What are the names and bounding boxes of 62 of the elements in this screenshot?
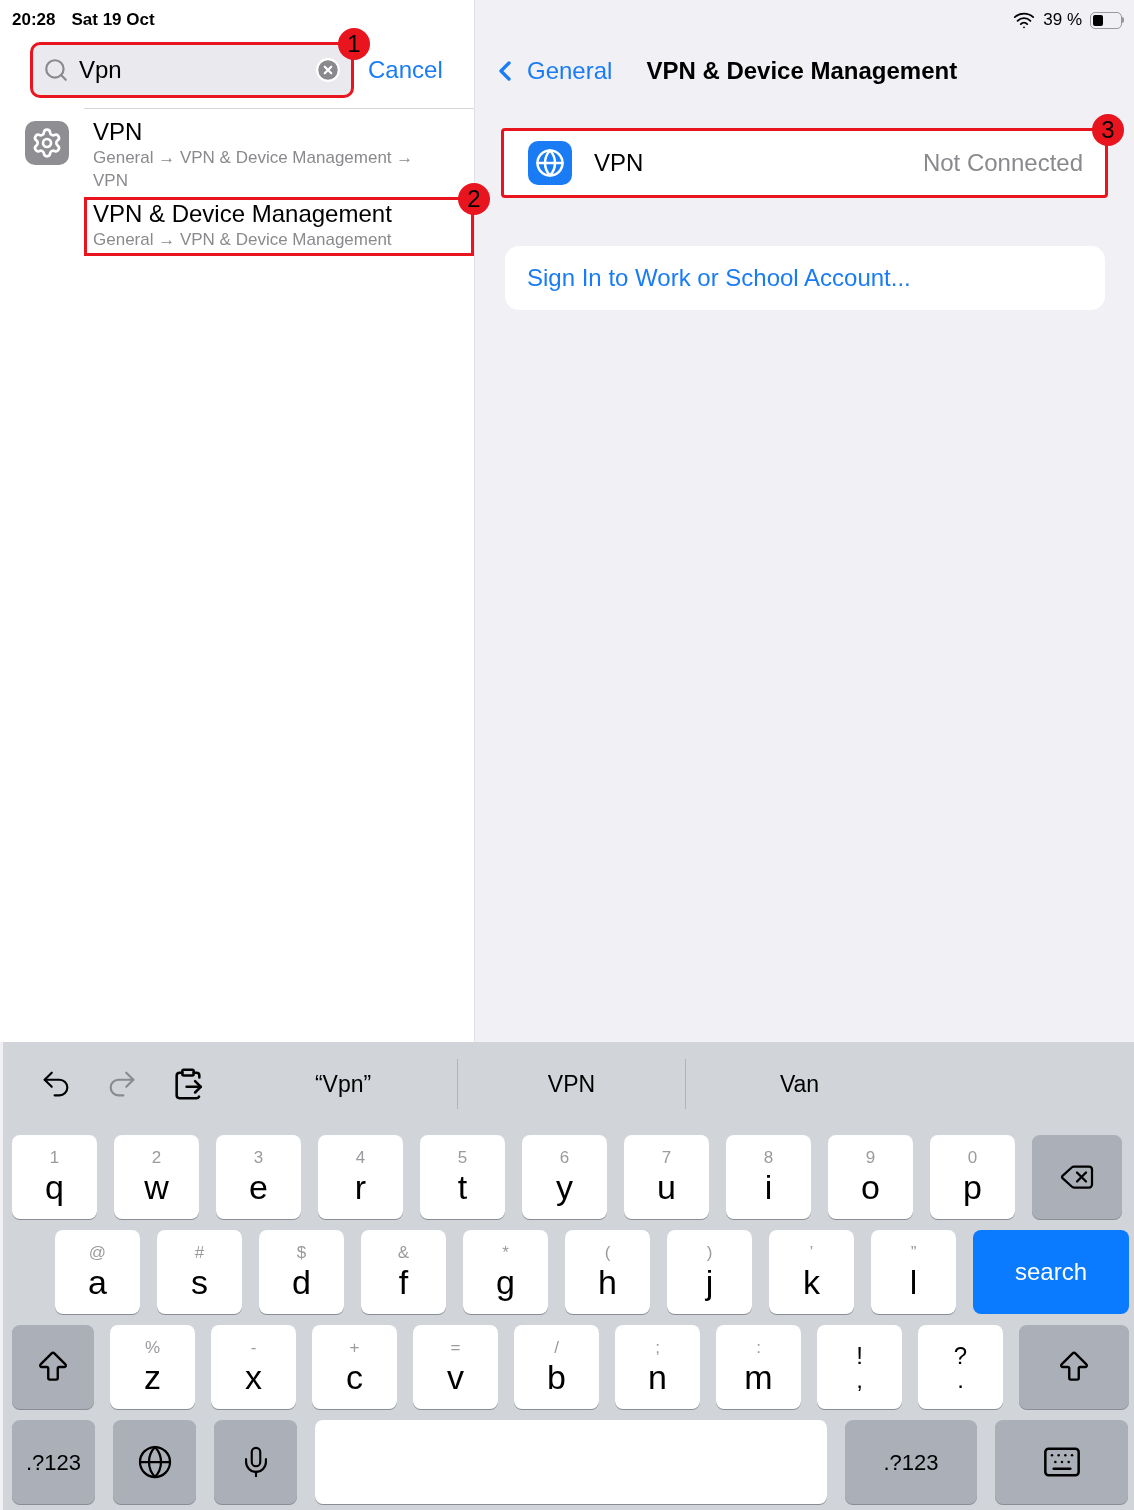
cancel-button[interactable]: Cancel <box>368 52 443 88</box>
result-path: General → VPN & Device Management <box>93 229 393 251</box>
keyboard-key[interactable]: 8 i <box>726 1135 811 1219</box>
status-date: Sat 19 Oct <box>71 9 155 32</box>
keyboard-key[interactable]: @ a <box>55 1230 140 1314</box>
keyboard-key[interactable]: 7 u <box>624 1135 709 1219</box>
numbers-key[interactable]: .?123 <box>12 1420 95 1504</box>
suggestion[interactable]: Van <box>779 1059 820 1109</box>
keyboard-key[interactable]: + c <box>312 1325 397 1409</box>
clear-icon <box>315 57 341 83</box>
microphone-key[interactable] <box>214 1420 297 1504</box>
keyboard-key[interactable]: 2 w <box>114 1135 199 1219</box>
callout-number: 3 <box>1092 114 1124 146</box>
search-key[interactable]: search <box>973 1230 1129 1314</box>
keyboard-key[interactable]: / b <box>514 1325 599 1409</box>
keyboard-key[interactable]: & f <box>361 1230 446 1314</box>
keyboard-key[interactable]: ” l <box>871 1230 956 1314</box>
keyboard-key[interactable]: 0 p <box>930 1135 1015 1219</box>
delete-key[interactable] <box>1032 1135 1122 1219</box>
keyboard-key[interactable]: ! , <box>817 1325 902 1409</box>
globe-key[interactable] <box>113 1420 196 1504</box>
battery-percentage: 39 % <box>1043 9 1082 32</box>
search-value: Vpn <box>79 55 123 85</box>
status-time: 20:28 <box>12 9 56 32</box>
result-path: General → VPN & Device Management → VPN <box>93 147 415 192</box>
keyboard-key[interactable]: ; n <box>615 1325 700 1409</box>
vpn-status: Not Connected <box>922 148 1083 178</box>
keyboard-key[interactable]: % z <box>110 1325 195 1409</box>
keyboard-key[interactable]: $ d <box>259 1230 344 1314</box>
keyboard-key[interactable]: ’ k <box>769 1230 854 1314</box>
battery-icon <box>1090 11 1124 29</box>
result-title: VPN & Device Management <box>93 200 393 228</box>
globe-icon <box>136 1444 173 1480</box>
keyboard-key[interactable]: # s <box>157 1230 242 1314</box>
page-title: VPN & Device Management <box>646 56 958 86</box>
keyboard-dismiss-key[interactable] <box>995 1420 1128 1504</box>
keyboard-key[interactable]: - x <box>211 1325 296 1409</box>
search-icon <box>43 57 69 83</box>
numbers-key[interactable]: .?123 <box>845 1420 977 1504</box>
settings-app-icon <box>25 121 69 165</box>
back-button[interactable]: General <box>493 53 613 89</box>
suggestion[interactable]: VPN <box>547 1059 596 1109</box>
shift-key[interactable] <box>12 1325 94 1409</box>
vpn-label: VPN <box>594 148 645 178</box>
keyboard-key[interactable]: 9 o <box>828 1135 913 1219</box>
keyboard-key[interactable]: 6 y <box>522 1135 607 1219</box>
keyboard-key[interactable]: 4 r <box>318 1135 403 1219</box>
keyboard-key[interactable]: = v <box>413 1325 498 1409</box>
callout-number: 2 <box>458 183 490 215</box>
sign-in-link[interactable]: Sign In to Work or School Account... <box>505 246 1105 310</box>
keyboard-key[interactable]: 3 e <box>216 1135 301 1219</box>
keyboard-key[interactable]: ( h <box>565 1230 650 1314</box>
keyboard-key[interactable]: 1 q <box>12 1135 97 1219</box>
keyboard-key[interactable]: 5 t <box>420 1135 505 1219</box>
callout-number: 1 <box>338 28 370 60</box>
suggestion[interactable]: “Vpn” <box>314 1059 372 1109</box>
keyboard-key[interactable]: ) j <box>667 1230 752 1314</box>
result-title: VPN <box>93 118 144 146</box>
keyboard-key[interactable]: ? . <box>918 1325 1003 1409</box>
keyboard-key[interactable]: * g <box>463 1230 548 1314</box>
keyboard-key[interactable]: : m <box>716 1325 801 1409</box>
globe-app-icon <box>528 141 572 185</box>
